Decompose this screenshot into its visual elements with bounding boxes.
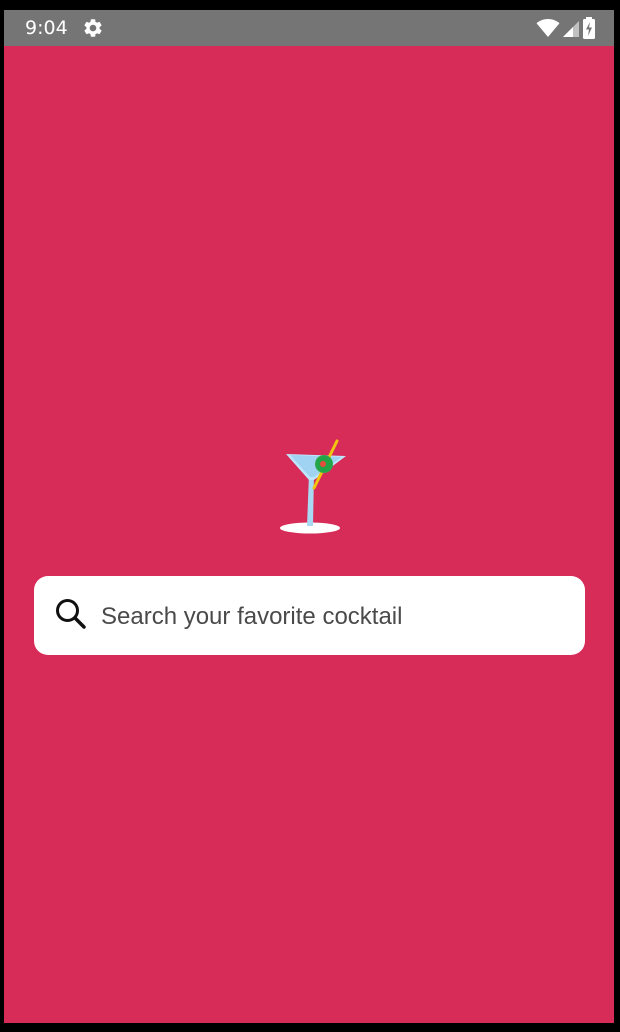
wifi-icon — [536, 18, 560, 38]
battery-charging-icon — [582, 17, 596, 39]
cellular-signal-icon — [562, 18, 580, 38]
status-time: 9:04 — [25, 17, 68, 39]
search-bar[interactable]: Search your favorite cocktail — [34, 576, 585, 655]
status-bar: 9:04 — [4, 10, 614, 46]
status-icons — [536, 17, 596, 39]
martini-cocktail-icon — [276, 428, 350, 536]
app-screen: 9:04 Search your favorite cocktail — [4, 10, 614, 1023]
search-input[interactable]: Search your favorite cocktail — [101, 602, 402, 632]
search-icon — [54, 597, 88, 631]
settings-gear-icon — [82, 17, 104, 39]
